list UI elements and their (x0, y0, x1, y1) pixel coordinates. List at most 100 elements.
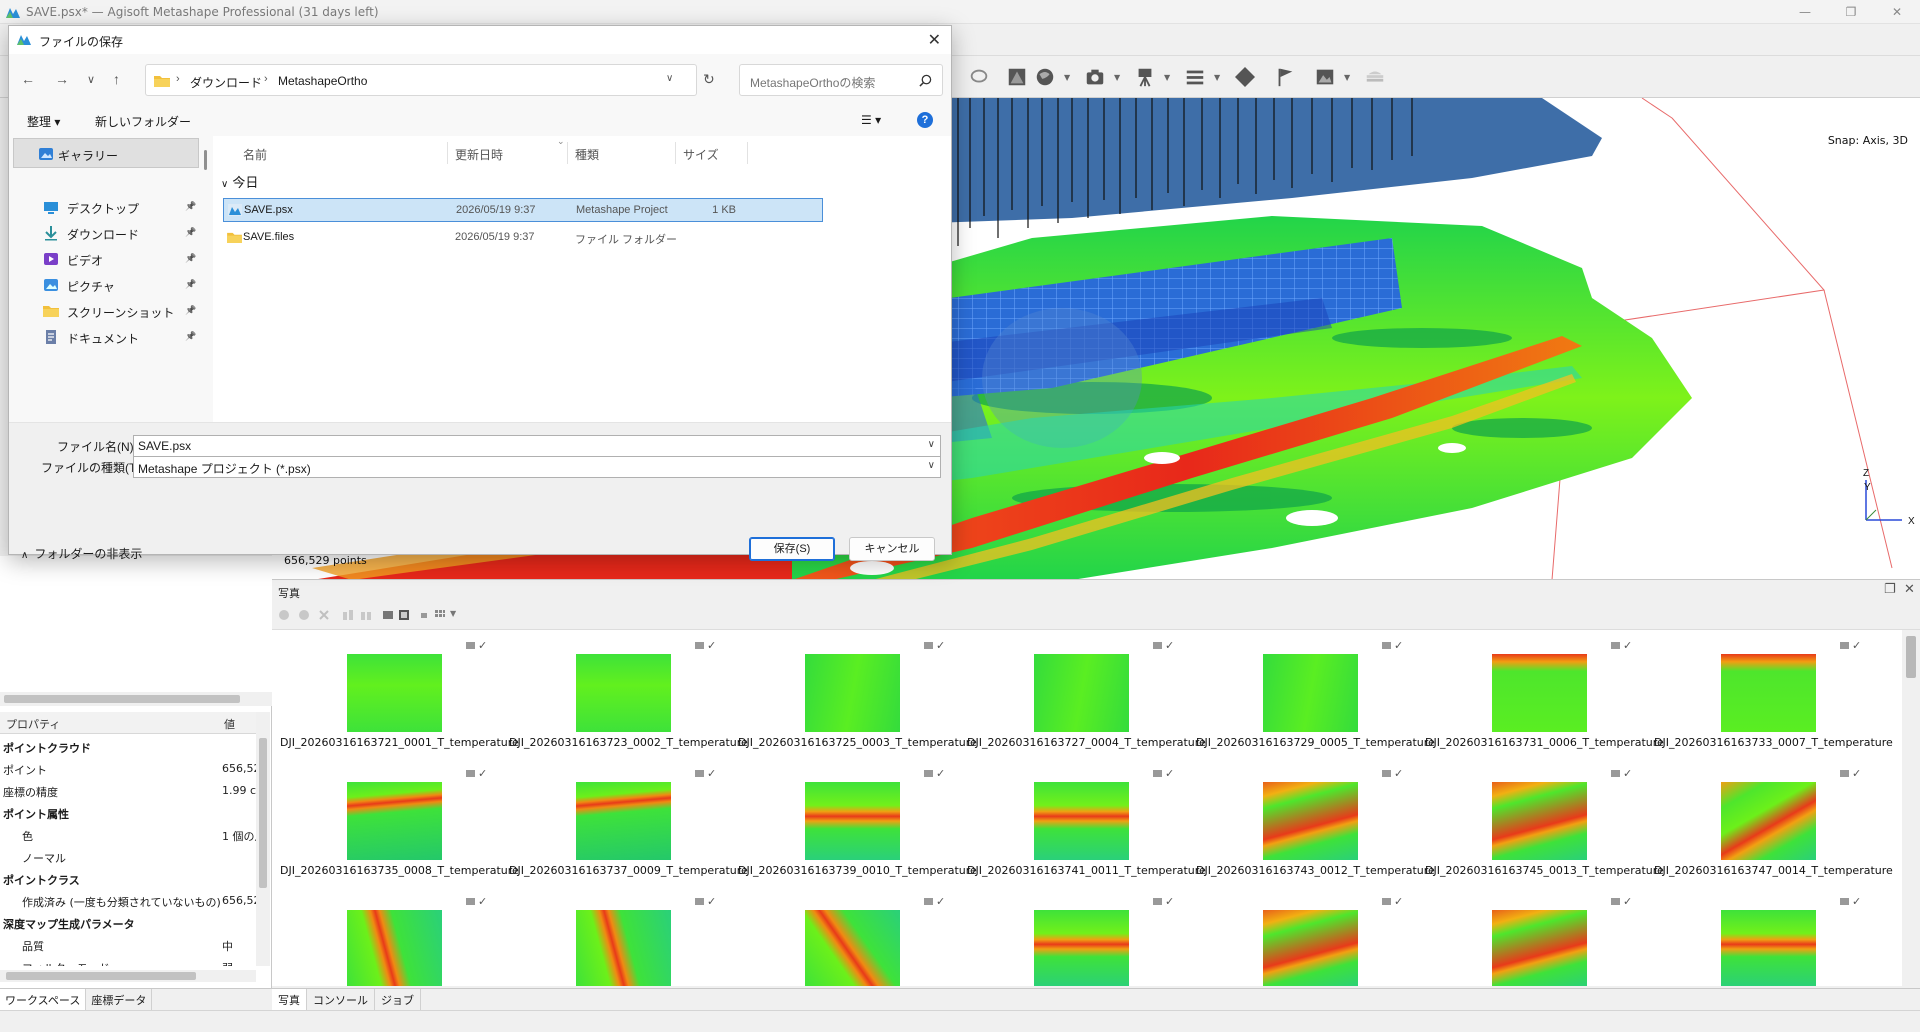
column-divider[interactable] (747, 142, 748, 164)
tab-console[interactable]: コンソール (307, 989, 375, 1010)
photo-thumbnail[interactable] (1721, 910, 1816, 986)
column-type[interactable]: 種類 (575, 146, 599, 163)
scrollbar-thumb[interactable] (259, 738, 267, 888)
file-row[interactable]: SAVE.psx 2026/05/19 9:37 Metashape Project… (223, 198, 823, 222)
mesh-icon[interactable] (1002, 62, 1032, 92)
photo-item[interactable]: ✓ DJI_20260316163733_0007_T_temperature (1654, 630, 1893, 758)
photo-item[interactable]: ✓ (1196, 886, 1425, 986)
photo-item[interactable]: ✓ DJI_20260316163735_0008_T_temperature (280, 758, 519, 886)
property-row[interactable]: 品質 中 (0, 934, 256, 956)
property-row[interactable]: 色 1 個の八 (0, 824, 256, 846)
photo-thumbnail[interactable] (576, 782, 671, 860)
group-header-today[interactable]: ∨ 今日 (221, 172, 258, 191)
photo-item[interactable]: ✓ DJI_20260316163721_0001_T_temperature (280, 630, 519, 758)
disable-camera-icon[interactable] (298, 609, 310, 621)
photo-thumbnail[interactable] (1034, 782, 1129, 860)
properties-vscrollbar[interactable] (256, 712, 270, 966)
mask-tools-icon[interactable] (342, 609, 354, 621)
view-options-button[interactable]: ☰ ▾ (861, 113, 881, 127)
refresh-icon[interactable]: ↻ (703, 71, 715, 88)
list-dropdown-icon[interactable]: ▼ (1214, 73, 1220, 82)
photo-thumbnail[interactable] (576, 654, 671, 732)
small-thumb-icon[interactable] (418, 609, 430, 621)
column-divider[interactable] (447, 142, 448, 164)
address-bar[interactable]: › ダウンロード › MetashapeOrtho ∨ (145, 64, 697, 96)
property-row[interactable]: 座標の精度 1.99 cm (0, 780, 256, 802)
photo-thumbnail[interactable] (1263, 782, 1358, 860)
image-icon[interactable] (1310, 62, 1340, 92)
photo-item[interactable]: ✓ DJI_20260316163741_0011_T_temperature (967, 758, 1206, 886)
scrollbar-thumb[interactable] (204, 150, 207, 170)
scrollbar-thumb[interactable] (1906, 636, 1916, 678)
photo-item[interactable]: ✓ DJI_20260316163745_0013_T_temperature (1425, 758, 1664, 886)
photo-thumbnail[interactable] (1263, 910, 1358, 986)
photo-item[interactable]: ✓ (1654, 886, 1883, 986)
filename-input[interactable]: SAVE.psx ∨ (133, 435, 941, 457)
photo-item[interactable]: ✓ DJI_20260316163727_0004_T_temperature (967, 630, 1206, 758)
mask-import-icon[interactable] (360, 609, 372, 621)
column-divider[interactable] (567, 142, 568, 164)
photo-thumbnail[interactable] (576, 910, 671, 986)
remove-camera-icon[interactable] (318, 609, 330, 621)
photo-thumbnail[interactable] (805, 910, 900, 986)
photo-thumbnail[interactable] (347, 654, 442, 732)
photos-close-icon[interactable]: ✕ (1904, 582, 1915, 597)
filetype-dropdown-icon[interactable]: ∨ (928, 460, 935, 471)
globe-icon[interactable] (1030, 62, 1060, 92)
photo-item[interactable]: ✓ (280, 886, 509, 986)
photo-thumbnail[interactable] (1721, 782, 1816, 860)
tab-photos[interactable]: 写真 (272, 989, 307, 1010)
photo-thumbnail[interactable] (347, 910, 442, 986)
photo-thumbnail[interactable] (1263, 654, 1358, 732)
photo-item[interactable]: ✓ DJI_20260316163739_0010_T_temperature (738, 758, 977, 886)
breadcrumb-downloads[interactable]: ダウンロード (190, 74, 262, 91)
preview-icon[interactable] (398, 609, 410, 621)
property-row[interactable]: 作成済み (一度も分類されていないもの)656,529 (0, 890, 256, 912)
photo-thumbnail[interactable] (1492, 654, 1587, 732)
undock-icon[interactable]: ❐ (1884, 582, 1896, 597)
photo-item[interactable]: ✓ (967, 886, 1196, 986)
column-divider[interactable] (675, 142, 676, 164)
workspace-tree[interactable] (0, 556, 272, 696)
help-icon[interactable]: ? (917, 112, 933, 128)
group-icon[interactable] (382, 609, 394, 621)
photo-thumbnail[interactable] (805, 782, 900, 860)
photo-item[interactable]: ✓ DJI_20260316163725_0003_T_temperature (738, 630, 977, 758)
photo-item[interactable]: ✓ DJI_20260316163729_0005_T_temperature (1196, 630, 1435, 758)
camera-dropdown-icon[interactable]: ▼ (1114, 73, 1120, 82)
file-row[interactable]: SAVE.files 2026/05/19 9:37 ファイル フォルダー (223, 226, 823, 250)
sidebar-item-documents[interactable]: ドキュメント 📌 (13, 322, 199, 352)
photos-vscrollbar[interactable] (1902, 630, 1920, 986)
organize-button[interactable]: 整理 ▾ (27, 113, 60, 130)
restore-button[interactable]: ❐ (1828, 0, 1874, 24)
photo-thumbnail[interactable] (805, 654, 900, 732)
layers-icon[interactable] (1360, 62, 1390, 92)
scrollbar-thumb[interactable] (4, 695, 240, 703)
photo-item[interactable]: ✓ DJI_20260316163743_0012_T_temperature (1196, 758, 1435, 886)
property-section[interactable]: 深度マップ生成パラメータ (0, 912, 256, 934)
globe-dropdown-icon[interactable]: ▼ (1064, 73, 1070, 82)
minimize-button[interactable]: — (1782, 0, 1828, 24)
sidebar-item-gallery[interactable]: ギャラリー (13, 138, 199, 168)
navigation-pane-scrollbar[interactable] (203, 144, 209, 422)
scrollbar-thumb[interactable] (6, 972, 196, 980)
property-column-header[interactable]: プロパティ (6, 716, 60, 732)
column-modified[interactable]: 更新日時 (455, 146, 503, 163)
save-button[interactable]: 保存(S) (749, 537, 835, 561)
tripod-dropdown-icon[interactable]: ▼ (1164, 73, 1170, 82)
property-section[interactable]: ポイント属性 (0, 802, 256, 824)
tab-reference[interactable]: 座標データ (86, 989, 153, 1010)
camera-icon[interactable] (1080, 62, 1110, 92)
image-dropdown-icon[interactable]: ▼ (1344, 73, 1350, 82)
photo-thumbnail[interactable] (1034, 910, 1129, 986)
photo-thumbnail[interactable] (347, 782, 442, 860)
workspace-hscrollbar[interactable] (0, 692, 272, 706)
app-close-button[interactable]: ✕ (1874, 0, 1920, 24)
back-arrow-icon[interactable]: ← (21, 71, 35, 87)
column-size[interactable]: サイズ (683, 146, 719, 163)
photo-item[interactable]: ✓ (1425, 886, 1654, 986)
forward-arrow-icon[interactable]: → (55, 71, 69, 87)
tab-workspace[interactable]: ワークスペース (0, 989, 87, 1010)
photo-thumbnail[interactable] (1492, 910, 1587, 986)
filetype-select[interactable]: Metashape プロジェクト (*.psx) ∨ (133, 456, 941, 478)
